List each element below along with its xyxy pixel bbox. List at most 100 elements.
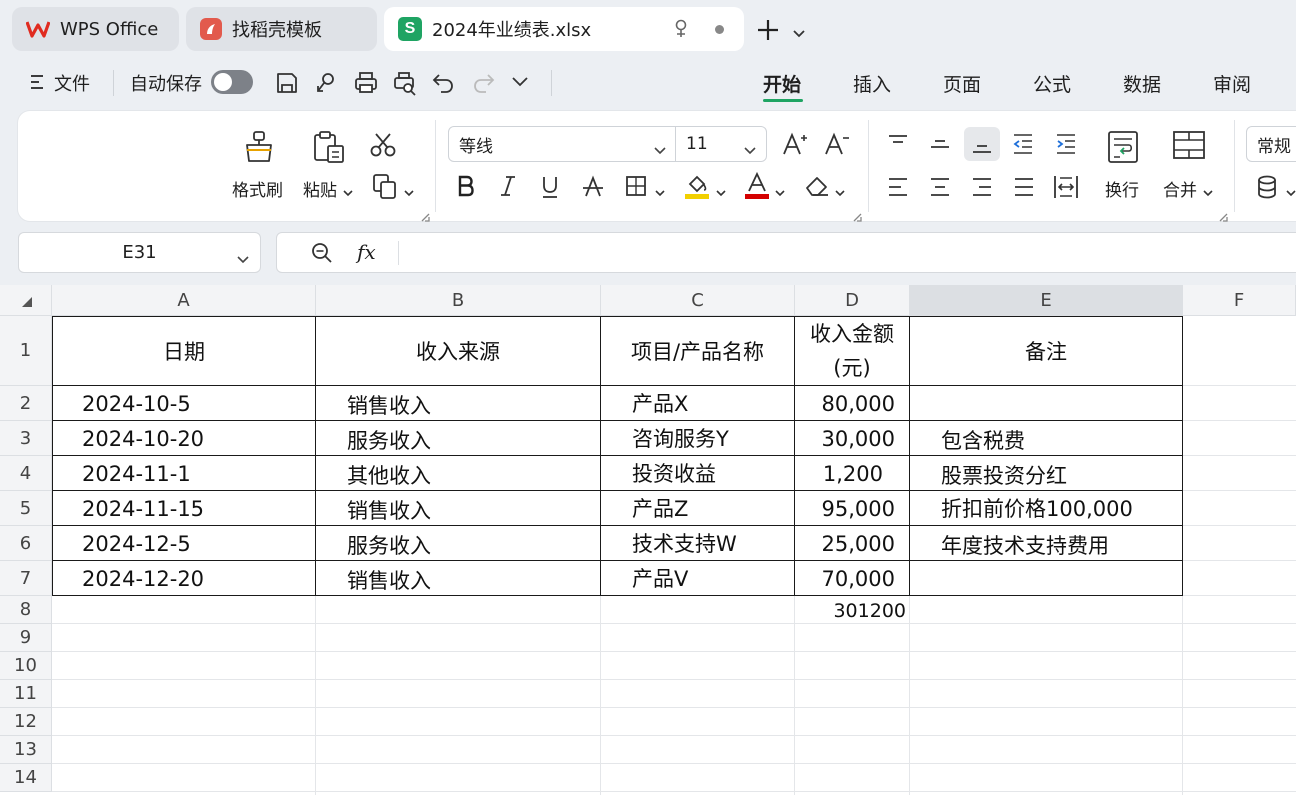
row-header-13[interactable]: 13 — [0, 736, 52, 764]
column-header-f[interactable]: F — [1183, 285, 1296, 316]
number-format-chevron-icon[interactable] — [1286, 182, 1296, 201]
cell-b5[interactable]: 销售收入 — [347, 493, 431, 527]
distribute-icon[interactable] — [1053, 174, 1079, 204]
underline-icon[interactable] — [540, 175, 560, 203]
cell-d7[interactable]: 70,000 — [795, 562, 895, 596]
number-format-select[interactable]: 常规 — [1246, 126, 1296, 162]
pin-icon[interactable] — [672, 18, 690, 45]
unsaved-dot-icon[interactable] — [715, 25, 724, 34]
align-center-icon[interactable] — [928, 176, 952, 202]
redo-icon[interactable] — [470, 70, 496, 96]
cell-e3[interactable]: 包含税费 — [941, 423, 1025, 457]
borders-chevron-icon[interactable] — [654, 182, 666, 201]
font-size-chevron-icon[interactable] — [743, 140, 757, 160]
borders-icon[interactable] — [625, 175, 647, 201]
clipboard-dialog-launcher-icon[interactable] — [421, 207, 430, 226]
tab-workbook[interactable]: S 2024年业绩表.xlsx — [384, 7, 744, 51]
row-header-9[interactable]: 9 — [0, 624, 52, 652]
name-box-chevron-icon[interactable] — [236, 248, 250, 269]
cell-c6[interactable]: 技术支持W — [632, 526, 737, 560]
cell-d3[interactable]: 30,000 — [795, 422, 895, 456]
cell-e4[interactable]: 股票投资分红 — [941, 458, 1067, 492]
font-name-select[interactable]: 等线 — [448, 126, 676, 162]
formula-input[interactable] — [409, 242, 1289, 266]
cell-b1[interactable]: 收入来源 — [316, 317, 600, 385]
increase-indent-icon[interactable] — [1054, 132, 1078, 160]
tab-template[interactable]: 找稻壳模板 — [186, 7, 377, 51]
ribbon-tab-insert[interactable]: 插入 — [853, 70, 891, 97]
cell-d1[interactable]: 收入金额 (元) — [795, 317, 909, 385]
cell-d8[interactable]: 301200 — [795, 597, 906, 624]
paste-label[interactable]: 粘贴 — [303, 176, 337, 201]
row-header-2[interactable]: 2 — [0, 386, 52, 421]
cell-a6[interactable]: 2024-12-5 — [82, 527, 191, 561]
ribbon-tab-home[interactable]: 开始 — [763, 70, 801, 97]
row-header-14[interactable]: 14 — [0, 764, 52, 792]
cell-a5[interactable]: 2024-11-15 — [82, 492, 204, 526]
strikethrough-icon[interactable] — [582, 175, 604, 201]
cell-b6[interactable]: 服务收入 — [347, 528, 431, 562]
increase-font-size-icon[interactable] — [782, 131, 808, 161]
column-header-d[interactable]: D — [795, 285, 910, 316]
clear-format-eraser-icon[interactable] — [804, 173, 830, 203]
copy-icon[interactable] — [372, 173, 400, 205]
cell-a3[interactable]: 2024-10-20 — [82, 422, 204, 456]
row-header-4[interactable]: 4 — [0, 456, 52, 491]
spreadsheet-grid[interactable]: A B C D E F 1 2 3 4 5 6 7 8 9 10 11 12 1… — [0, 285, 1296, 795]
ribbon-tab-page[interactable]: 页面 — [943, 70, 981, 97]
cell-d6[interactable]: 25,000 — [795, 527, 895, 561]
paste-chevron-icon[interactable] — [342, 182, 354, 201]
print-icon[interactable] — [353, 70, 379, 96]
file-menu[interactable]: 文件 — [54, 70, 90, 96]
tab-list-chevron-icon[interactable] — [792, 24, 806, 43]
cell-a2[interactable]: 2024-10-5 — [82, 387, 191, 421]
cell-c2[interactable]: 产品X — [632, 386, 688, 420]
fx-insert-function-icon[interactable]: fx — [357, 240, 376, 264]
italic-icon[interactable] — [498, 175, 518, 201]
cell-d5[interactable]: 95,000 — [795, 492, 895, 526]
row-header-11[interactable]: 11 — [0, 680, 52, 708]
align-middle-icon[interactable] — [928, 133, 952, 159]
fill-color-icon[interactable] — [684, 172, 710, 204]
row-header-12[interactable]: 12 — [0, 708, 52, 736]
more-chevron-icon[interactable] — [510, 74, 536, 100]
tab-wps-office[interactable]: WPS Office — [12, 7, 179, 51]
row-header-10[interactable]: 10 — [0, 652, 52, 680]
row-header-5[interactable]: 5 — [0, 491, 52, 526]
autosave-toggle[interactable] — [211, 70, 253, 94]
font-dialog-launcher-icon[interactable] — [853, 207, 862, 226]
row-header-6[interactable]: 6 — [0, 526, 52, 561]
select-all-corner[interactable] — [0, 285, 52, 316]
row-header-3[interactable]: 3 — [0, 421, 52, 456]
cell-b3[interactable]: 服务收入 — [347, 423, 431, 457]
decrease-font-size-icon[interactable] — [824, 131, 850, 161]
undo-icon[interactable] — [431, 70, 457, 96]
new-tab-plus-icon[interactable] — [756, 18, 780, 46]
paste-icon[interactable] — [312, 130, 346, 168]
cell-e5[interactable]: 折扣前价格100,000 — [941, 491, 1133, 525]
clear-format-chevron-icon[interactable] — [834, 182, 846, 201]
cell-c3[interactable]: 咨询服务Y — [632, 421, 729, 455]
ribbon-tab-formula[interactable]: 公式 — [1033, 70, 1071, 97]
cell-b7[interactable]: 销售收入 — [347, 563, 431, 597]
cell-b4[interactable]: 其他收入 — [347, 458, 431, 492]
number-format-database-icon[interactable] — [1256, 175, 1278, 203]
column-header-e[interactable]: E — [910, 285, 1183, 316]
font-color-icon[interactable] — [744, 171, 770, 204]
wrap-text-icon[interactable] — [1107, 130, 1139, 168]
align-bottom-button[interactable] — [964, 127, 1000, 161]
justify-icon[interactable] — [1012, 176, 1036, 202]
name-box[interactable]: E31 — [18, 232, 261, 273]
bold-icon[interactable] — [456, 174, 476, 202]
cell-c5[interactable]: 产品Z — [632, 491, 688, 525]
column-header-b[interactable]: B — [316, 285, 601, 316]
merge-chevron-icon[interactable] — [1202, 182, 1214, 201]
font-size-select[interactable]: 11 — [675, 126, 767, 162]
ribbon-tab-data[interactable]: 数据 — [1123, 70, 1161, 97]
column-header-c[interactable]: C — [601, 285, 795, 316]
cell-e1[interactable]: 备注 — [910, 317, 1182, 385]
align-left-icon[interactable] — [886, 176, 910, 202]
format-painter-label[interactable]: 格式刷 — [232, 176, 283, 201]
copy-chevron-icon[interactable] — [403, 182, 415, 201]
align-top-icon[interactable] — [886, 133, 910, 159]
